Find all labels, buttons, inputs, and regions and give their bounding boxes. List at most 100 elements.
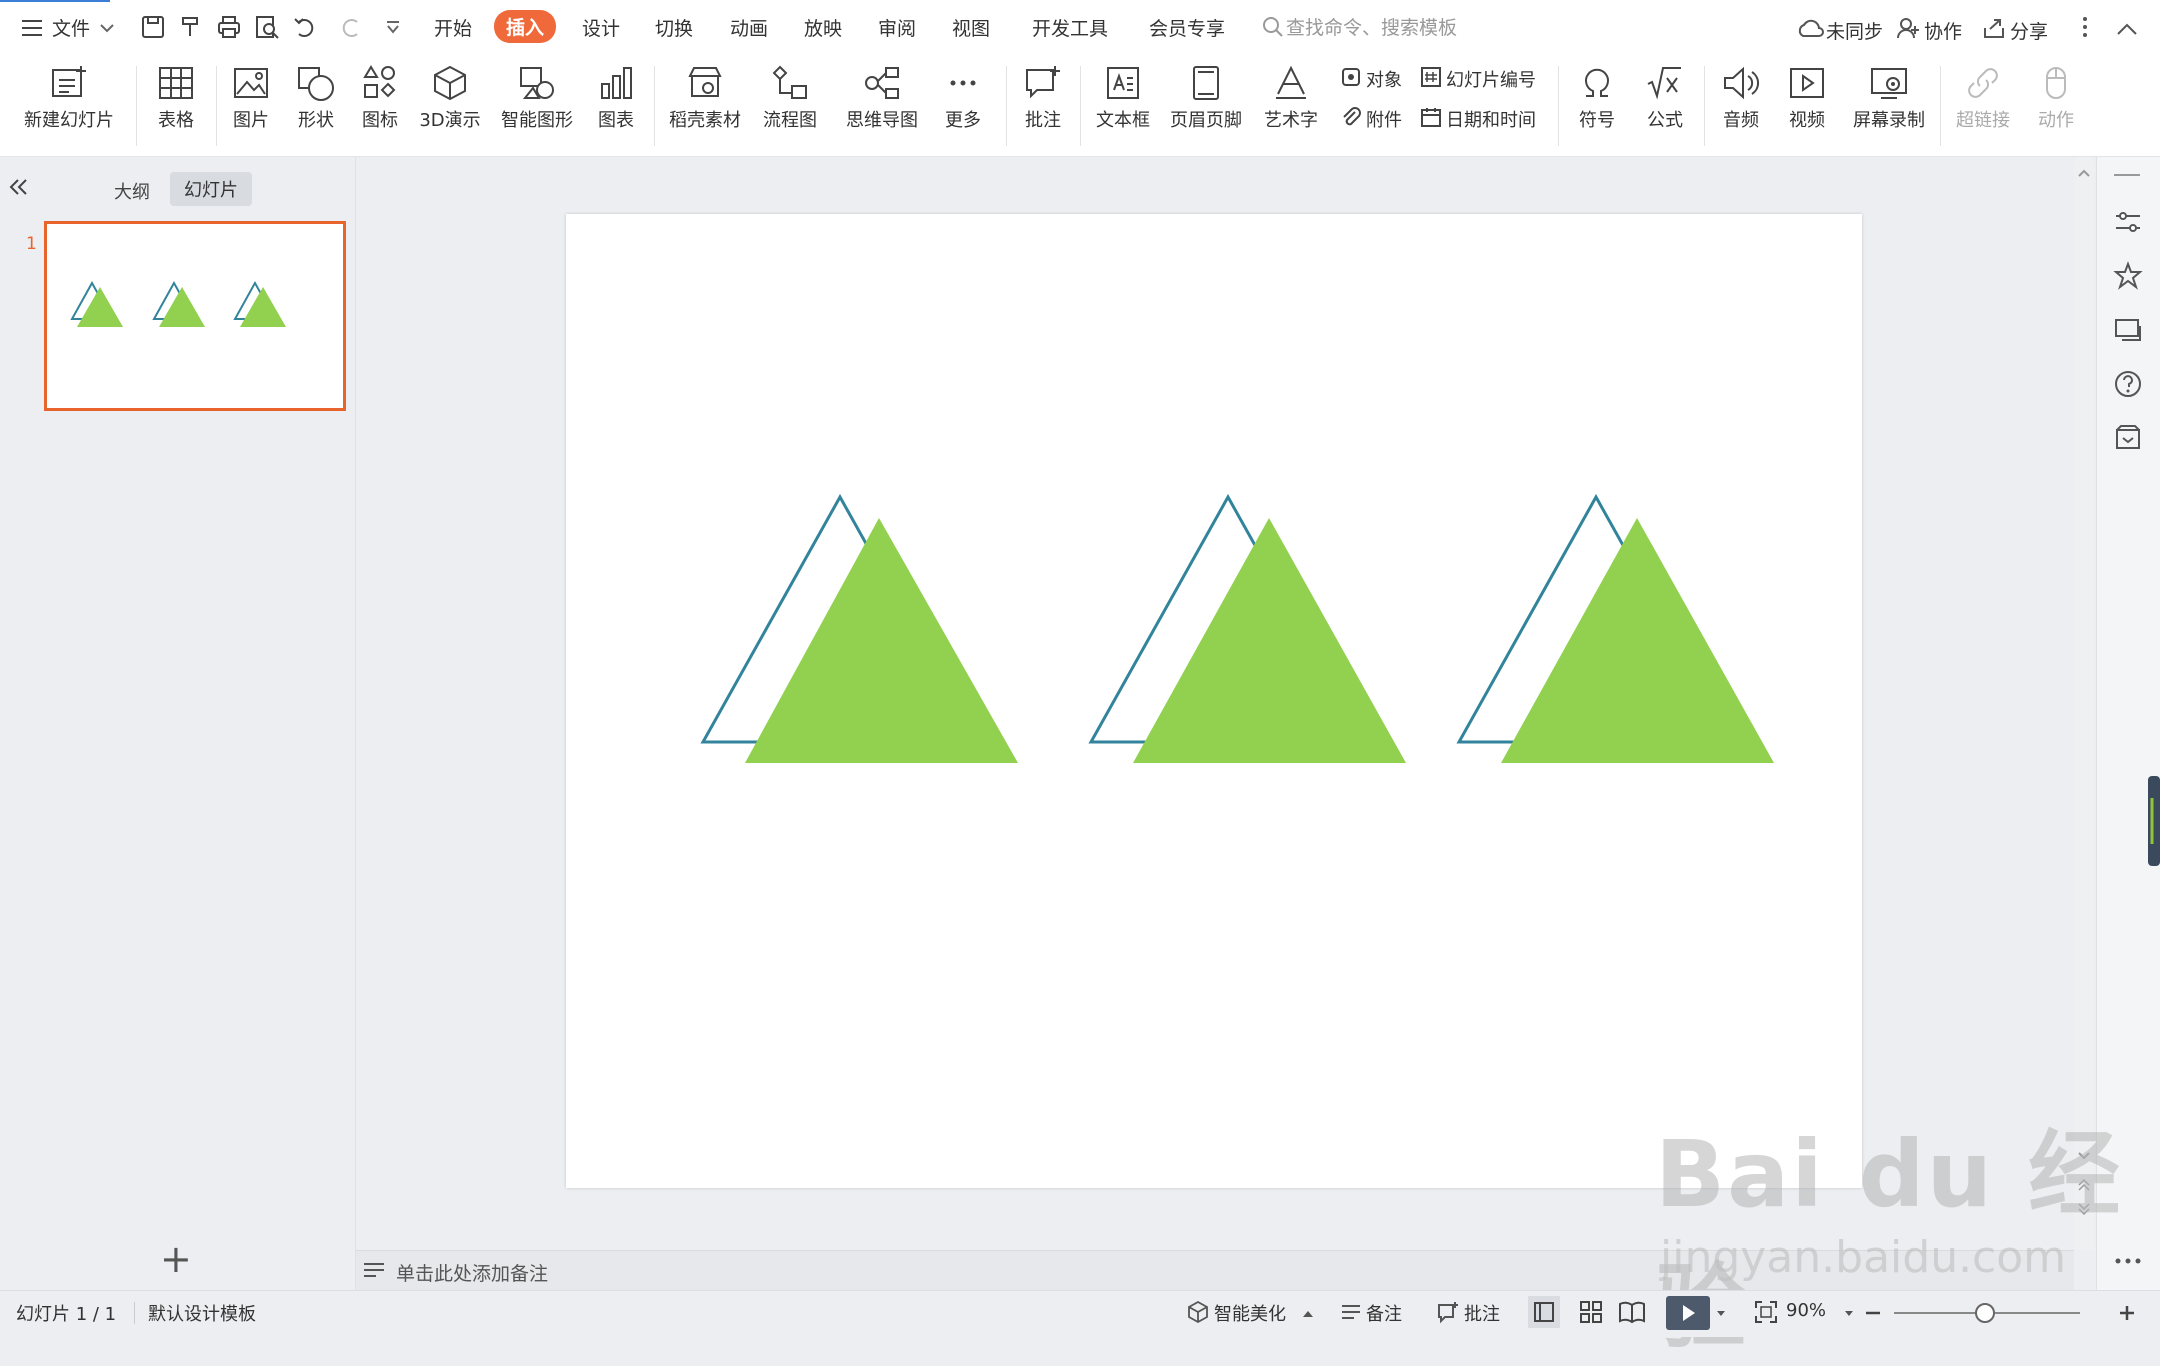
video-button[interactable]: 视频 [1776,58,1838,154]
reading-view-icon[interactable] [1618,1299,1646,1325]
undo-icon[interactable] [292,14,318,40]
more-icon [950,80,976,86]
new-slide-button[interactable]: 新建幻灯片 [14,58,124,154]
collaborate-button[interactable]: 协作 [1924,17,1962,44]
notes-toggle-button[interactable]: 备注 [1366,1300,1402,1326]
hyperlink-button[interactable]: 超链接 [1944,58,2022,154]
attachment-button[interactable]: 附件 [1366,106,1402,132]
collapse-sidebar-icon[interactable] [2114,172,2140,178]
tab-view[interactable]: 视图 [952,14,990,41]
slide-number-button[interactable]: 幻灯片编号 [1446,66,1536,92]
zoom-slider-handle[interactable] [1975,1303,1995,1323]
play-options-chevron-icon[interactable] [1716,1310,1726,1318]
caret-up-icon[interactable] [1302,1310,1314,1318]
tab-insert[interactable]: 插入 [494,10,557,43]
shape-button[interactable]: 形状 [286,58,346,154]
share-icon [1984,19,2004,38]
side-handle-icon[interactable] [2146,776,2160,866]
tab-developer[interactable]: 开发工具 [1032,14,1108,41]
vertical-scrollbar[interactable] [2074,157,2094,1250]
fit-window-icon[interactable] [1754,1300,1778,1324]
picture-button[interactable]: 图片 [222,58,280,154]
slide-canvas[interactable] [566,214,1862,1188]
add-slide-button[interactable]: + [160,1240,192,1278]
triangle-group-3[interactable] [1456,493,1774,763]
datetime-button[interactable]: 日期和时间 [1446,106,1536,132]
screen-record-button[interactable]: 屏幕录制 [1842,58,1936,154]
wordart-button[interactable]: 艺术字 [1254,58,1328,154]
more-button[interactable]: 更多 [934,58,992,154]
file-menu-label: 文件 [52,18,91,40]
tab-design[interactable]: 设计 [582,14,620,41]
more-vertical-icon[interactable] [2080,14,2090,40]
tab-transitions[interactable]: 切换 [655,14,693,41]
comment-toggle-button[interactable]: 批注 [1464,1300,1500,1326]
slide-switch-icon[interactable] [2112,314,2144,346]
tab-review[interactable]: 审阅 [878,14,916,41]
tab-member[interactable]: 会员专享 [1149,14,1225,41]
zoom-dropdown-icon[interactable] [1844,1310,1854,1318]
beautify-button[interactable]: 智能美化 [1214,1300,1286,1326]
slide-thumbnail[interactable] [44,221,346,411]
tab-slides[interactable]: 幻灯片 [170,172,252,206]
star-icon[interactable] [2112,260,2144,292]
mindmap-button[interactable]: 思维导图 [836,58,928,154]
zoom-out-icon[interactable] [1864,1304,1882,1322]
scroll-up-icon[interactable] [2074,165,2094,181]
watermark-url: jingyan.baidu.com [1660,1232,2067,1283]
play-slideshow-button[interactable] [1666,1296,1710,1330]
filled-triangle[interactable] [1501,518,1774,763]
zoom-in-icon[interactable] [2118,1304,2136,1322]
customize-toolbar-icon[interactable] [380,14,406,40]
triangle-group-2[interactable] [1088,493,1406,763]
audio-button[interactable]: 音频 [1710,58,1772,154]
ribbon-separator [1704,66,1705,146]
icon-label: 图标 [362,110,398,131]
sorter-view-icon[interactable] [1578,1299,1604,1325]
format-painter-icon[interactable] [178,14,204,40]
comment-button[interactable]: 批注 [1014,58,1072,154]
normal-view-icon[interactable] [1528,1296,1560,1328]
collapse-panel-icon[interactable] [8,178,30,196]
3d-button[interactable]: 3D演示 [414,58,486,154]
notes-placeholder[interactable]: 单击此处添加备注 [396,1259,548,1286]
search-input[interactable]: 查找命令、搜索模板 [1286,13,1457,40]
tab-slideshow[interactable]: 放映 [804,14,842,41]
header-footer-button[interactable]: 页眉页脚 [1168,58,1244,154]
sync-status-label[interactable]: 未同步 [1826,17,1883,44]
file-menu-button[interactable]: 文件 [18,14,118,42]
icon-button[interactable]: 图标 [352,58,408,154]
triangle-group-1[interactable] [700,493,1018,763]
save-icon[interactable] [140,14,166,40]
new-slide-icon [52,66,86,97]
share-button[interactable]: 分享 [2010,17,2048,44]
print-icon[interactable] [216,14,242,40]
zoom-level[interactable]: 90% [1786,1300,1826,1321]
more-label: 更多 [945,110,981,131]
print-preview-icon[interactable] [254,14,280,40]
textbox-button[interactable]: 文本框 [1084,58,1162,154]
textbox-icon [1107,67,1139,99]
template-name[interactable]: 默认设计模板 [148,1300,256,1326]
property-settings-icon[interactable] [2112,206,2144,238]
formula-button[interactable]: 公式 [1632,58,1698,154]
tab-animations[interactable]: 动画 [730,14,768,41]
object-button[interactable]: 对象 [1366,66,1402,92]
action-label: 动作 [2038,110,2074,131]
help-icon[interactable] [2112,368,2144,400]
smartart-button[interactable]: 智能图形 [492,58,582,154]
chart-button[interactable]: 图表 [588,58,644,154]
redo-icon[interactable] [338,14,364,40]
symbol-button[interactable]: 符号 [1564,58,1630,154]
filled-triangle[interactable] [1133,518,1406,763]
flowchart-button[interactable]: 流程图 [754,58,826,154]
tab-outline[interactable]: 大纲 [114,178,150,204]
table-button[interactable]: 表格 [146,58,206,154]
picture-label: 图片 [233,110,269,131]
inbox-icon[interactable] [2112,422,2144,454]
material-button[interactable]: 稻壳素材 [664,58,746,154]
action-button[interactable]: 动作 [2028,58,2084,154]
tab-home[interactable]: 开始 [434,14,472,41]
collapse-ribbon-icon[interactable] [2116,22,2138,36]
filled-triangle[interactable] [745,518,1018,763]
